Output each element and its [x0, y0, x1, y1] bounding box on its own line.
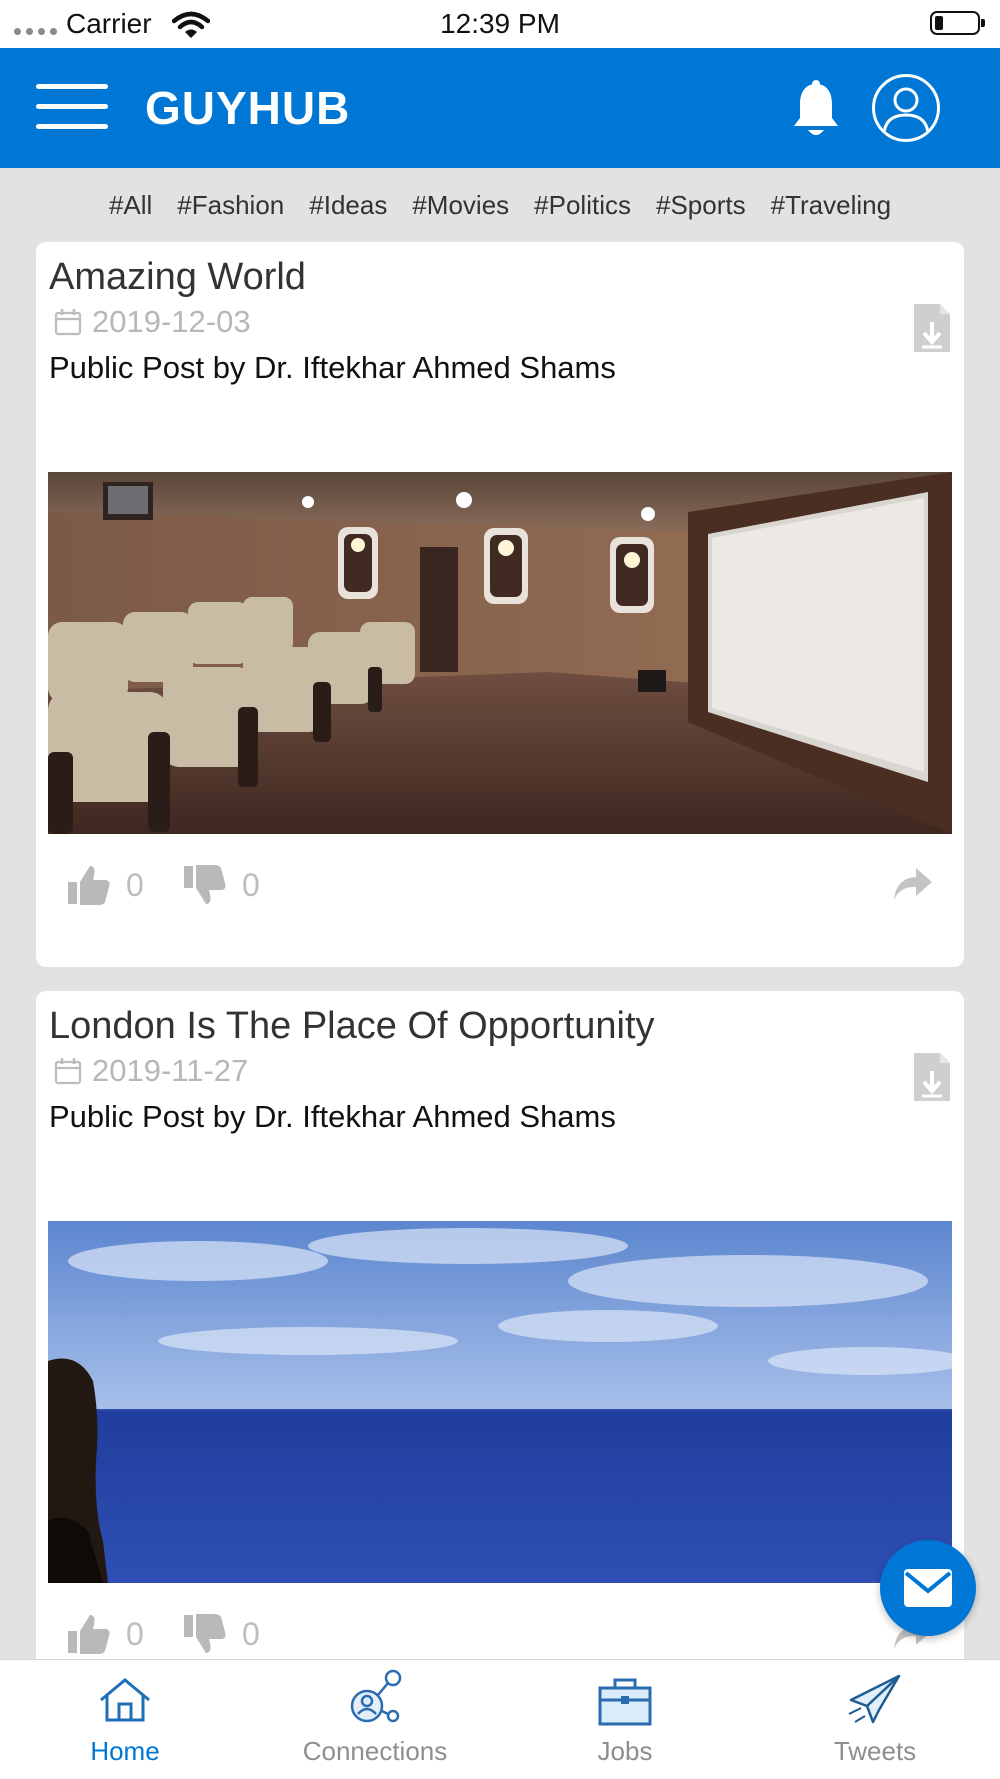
post-date-row: 2019-12-03: [54, 302, 251, 342]
app-title: GUYHUB: [145, 82, 351, 134]
bell-icon[interactable]: [790, 80, 842, 142]
tab-tweets[interactable]: Tweets: [750, 1660, 1000, 1779]
envelope-icon: [904, 1569, 952, 1607]
thumbs-down-icon: [184, 1614, 226, 1653]
thumbs-up-icon: [68, 866, 110, 905]
tag-sports[interactable]: #Sports: [656, 190, 746, 221]
thumbs-up-icon: [68, 1615, 110, 1654]
post-author: Public Post by Dr. Iftekhar Ahmed Shams: [49, 350, 616, 385]
post-title: Amazing World: [49, 256, 306, 298]
like-button[interactable]: 0: [66, 1611, 144, 1657]
tab-jobs-label: Jobs: [597, 1736, 653, 1766]
post-author: Public Post by Dr. Iftekhar Ahmed Shams: [49, 1099, 616, 1134]
tag-traveling[interactable]: #Traveling: [771, 190, 891, 221]
briefcase-icon: [598, 1678, 652, 1726]
share-icon[interactable]: [892, 866, 934, 902]
home-icon: [100, 1678, 150, 1722]
tab-connections-label: Connections: [302, 1736, 448, 1766]
clock: 12:39 PM: [440, 8, 560, 39]
ocean-sky-photo[interactable]: [48, 1221, 952, 1583]
post-card[interactable]: Amazing World 2019-12-03 Public Post by …: [36, 242, 964, 967]
tab-jobs[interactable]: Jobs: [500, 1660, 750, 1779]
dislike-button[interactable]: 0: [182, 862, 260, 908]
calendar-icon: [54, 1058, 82, 1085]
message-fab-button[interactable]: [880, 1540, 976, 1636]
thumbs-down-icon: [184, 865, 226, 904]
tab-home[interactable]: Home: [0, 1660, 250, 1779]
post-actions: 0 0: [36, 862, 964, 918]
post-date-row: 2019-11-27: [54, 1051, 248, 1091]
dislike-count: 0: [242, 866, 260, 903]
post-date: 2019-11-27: [92, 1053, 249, 1088]
post-card[interactable]: London Is The Place Of Opportunity 2019-…: [36, 991, 964, 1751]
tab-tweets-label: Tweets: [833, 1736, 917, 1766]
home-theater-photo[interactable]: [48, 472, 952, 834]
download-file-icon[interactable]: [912, 302, 952, 354]
paper-plane-icon: [848, 1674, 901, 1724]
connections-icon: [350, 1669, 402, 1723]
post-date: 2019-12-03: [92, 304, 251, 339]
hashtag-filter-bar: #All #Fashion #Ideas #Movies #Politics #…: [0, 168, 1000, 242]
tag-movies[interactable]: #Movies: [412, 190, 509, 221]
tab-home-label: Home: [90, 1736, 160, 1766]
tab-connections[interactable]: Connections: [250, 1660, 500, 1779]
status-bar: Carrier 12:39 PM: [0, 0, 1000, 48]
download-file-icon[interactable]: [912, 1051, 952, 1103]
hamburger-menu-icon[interactable]: [36, 84, 108, 130]
like-button[interactable]: 0: [66, 862, 144, 908]
user-circle-icon[interactable]: [872, 74, 940, 142]
post-title: London Is The Place Of Opportunity: [49, 1005, 655, 1047]
bottom-tab-bar: Home Connections Jobs Tweets: [0, 1659, 1000, 1779]
battery-icon: [930, 11, 985, 35]
app-bar: GUYHUB: [0, 48, 1000, 168]
tag-politics[interactable]: #Politics: [534, 190, 631, 221]
tag-ideas[interactable]: #Ideas: [309, 190, 387, 221]
tag-all[interactable]: #All: [109, 190, 152, 221]
like-count: 0: [126, 1615, 144, 1652]
tag-fashion[interactable]: #Fashion: [177, 190, 284, 221]
calendar-icon: [54, 309, 82, 336]
dislike-count: 0: [242, 1615, 260, 1652]
like-count: 0: [126, 866, 144, 903]
dislike-button[interactable]: 0: [182, 1611, 260, 1657]
